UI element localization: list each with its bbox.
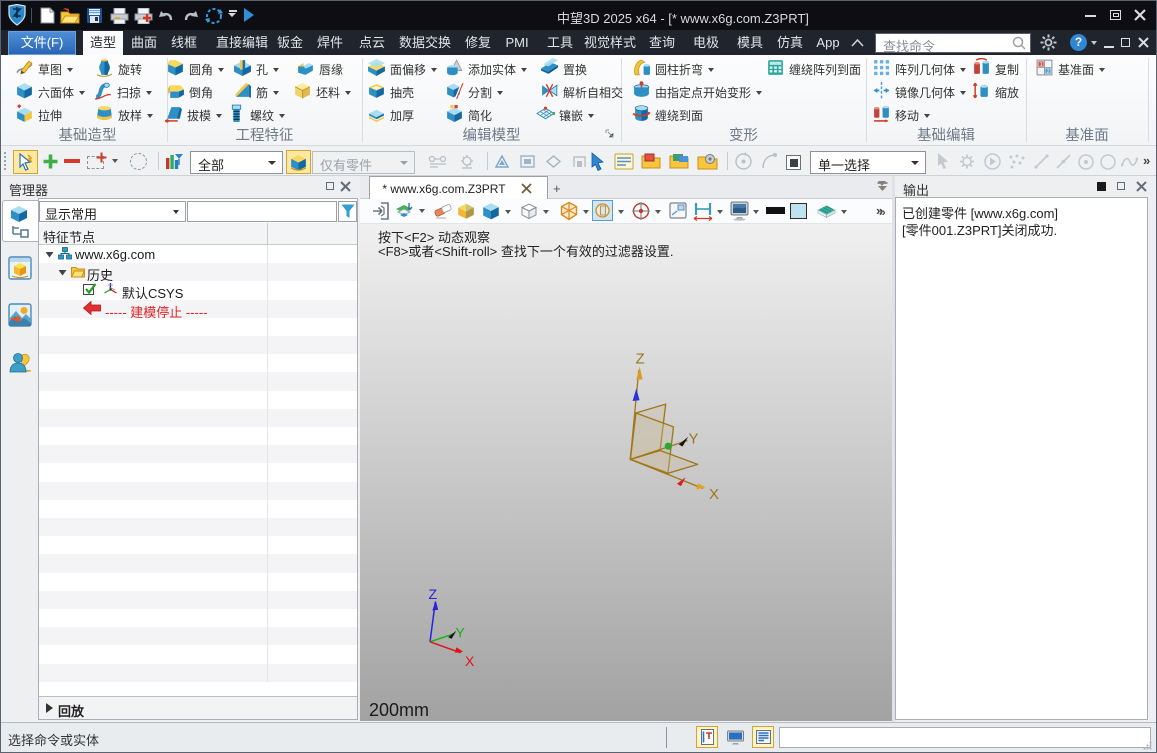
svg-text:Z: Z bbox=[429, 586, 438, 602]
svg-text:X: X bbox=[465, 653, 475, 669]
svg-text:Y: Y bbox=[689, 431, 699, 448]
svg-text:Z: Z bbox=[636, 351, 645, 368]
svg-text:X: X bbox=[709, 486, 719, 503]
svg-text:Y: Y bbox=[456, 625, 466, 641]
